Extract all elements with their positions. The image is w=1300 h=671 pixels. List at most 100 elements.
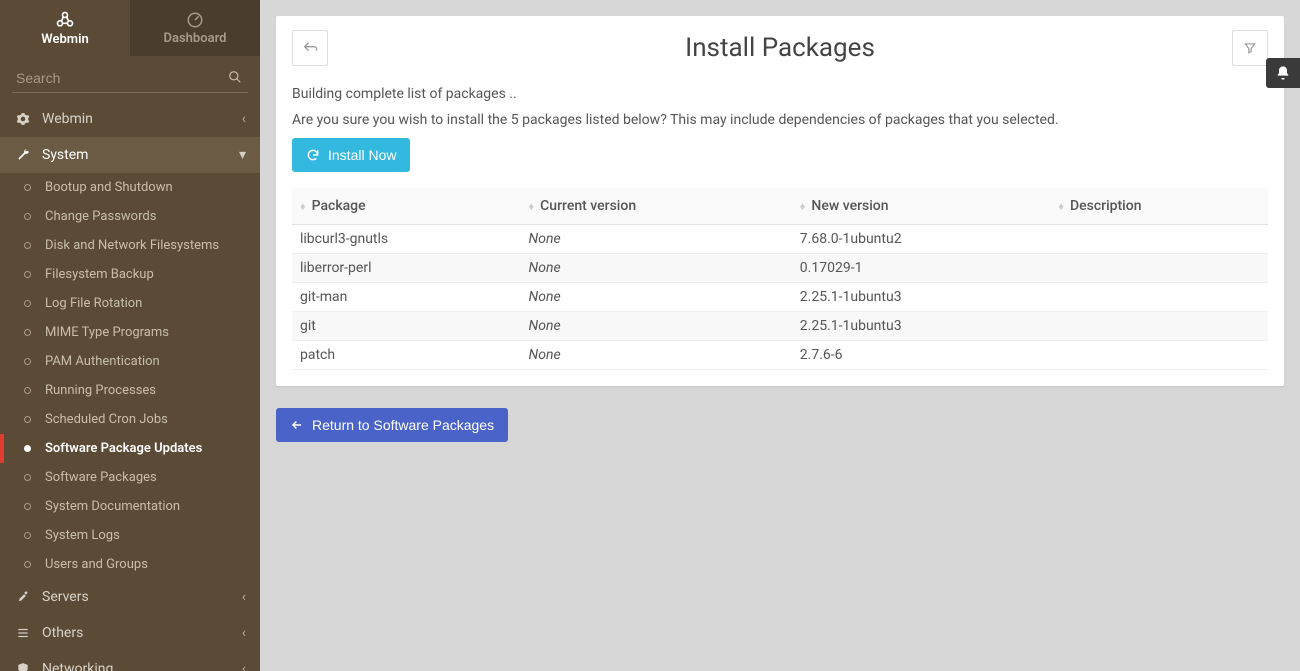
tab-webmin[interactable]: Webmin: [0, 0, 130, 56]
sidebar-subitem-label: PAM Authentication: [45, 354, 160, 369]
table-cell: None: [521, 341, 792, 370]
sidebar-subitem-label: Bootup and Shutdown: [45, 180, 173, 195]
page-title: Install Packages: [328, 33, 1232, 63]
search-input[interactable]: [12, 64, 248, 93]
search-icon[interactable]: [228, 70, 242, 88]
sidebar-subitem[interactable]: Change Passwords: [0, 202, 260, 231]
webmin-logo-icon: [55, 10, 75, 30]
filter-icon: [1243, 41, 1257, 55]
sidebar-item-label: Webmin: [42, 111, 242, 127]
table-cell: 2.25.1-1ubuntu3: [792, 283, 1051, 312]
sidebar-item-label: Others: [42, 625, 242, 641]
table-cell: git-man: [292, 283, 521, 312]
sidebar-subitem[interactable]: System Documentation: [0, 492, 260, 521]
table-cell: [1050, 312, 1268, 341]
table-cell: None: [521, 254, 792, 283]
sidebar-subitem-label: MIME Type Programs: [45, 325, 169, 340]
arrow-back-icon: [302, 40, 318, 56]
sidebar-item-webmin[interactable]: Webmin ‹: [0, 101, 260, 137]
sidebar-subitem[interactable]: Software Packages: [0, 463, 260, 492]
tab-webmin-label: Webmin: [41, 32, 88, 47]
filter-button[interactable]: [1232, 30, 1268, 66]
sidebar-item-networking[interactable]: Networking ‹: [0, 651, 260, 671]
chevron-left-icon: ‹: [242, 625, 246, 641]
packages-table: ♦Package ♦Current version ♦New version ♦…: [292, 188, 1268, 370]
sidebar-subitem-label: Software Package Updates: [45, 441, 202, 456]
table-row: git-manNone2.25.1-1ubuntu3: [292, 283, 1268, 312]
sidebar-subitem[interactable]: Scheduled Cron Jobs: [0, 405, 260, 434]
table-row: patchNone2.7.6-6: [292, 341, 1268, 370]
table-cell: libcurl3-gnutls: [292, 225, 521, 254]
dashboard-icon: [186, 11, 204, 29]
active-indicator: [0, 434, 4, 463]
sidebar-subitem[interactable]: System Logs: [0, 521, 260, 550]
main-content: Install Packages Building complete list …: [260, 0, 1300, 671]
building-message: Building complete list of packages ..: [292, 86, 1268, 102]
table-cell: liberror-perl: [292, 254, 521, 283]
install-now-button[interactable]: Install Now: [292, 138, 410, 172]
sidebar-subitem[interactable]: Disk and Network Filesystems: [0, 231, 260, 260]
return-row: Return to Software Packages: [276, 408, 1284, 442]
col-package[interactable]: ♦Package: [292, 188, 521, 225]
table-row: liberror-perlNone0.17029-1: [292, 254, 1268, 283]
sidebar-item-system[interactable]: System ▾: [0, 137, 260, 173]
sidebar-subitem[interactable]: Log File Rotation: [0, 289, 260, 318]
sidebar-subitem[interactable]: Filesystem Backup: [0, 260, 260, 289]
back-button[interactable]: [292, 30, 328, 66]
refresh-icon: [306, 148, 320, 162]
table-cell: None: [521, 312, 792, 341]
confirm-message: Are you sure you wish to install the 5 p…: [292, 112, 1268, 128]
sidebar-item-others[interactable]: Others ‹: [0, 615, 260, 651]
table-cell: [1050, 225, 1268, 254]
sidebar-subitem-label: Users and Groups: [45, 557, 148, 572]
sidebar-subitem-label: Scheduled Cron Jobs: [45, 412, 168, 427]
sidebar-subitem[interactable]: Running Processes: [0, 376, 260, 405]
install-now-label: Install Now: [328, 147, 396, 163]
sidebar-item-label: Networking: [42, 661, 242, 671]
sidebar-subitem-label: Running Processes: [45, 383, 156, 398]
table-cell: patch: [292, 341, 521, 370]
table-cell: 0.17029-1: [792, 254, 1051, 283]
col-current[interactable]: ♦Current version: [521, 188, 792, 225]
table-row: libcurl3-gnutlsNone7.68.0-1ubuntu2: [292, 225, 1268, 254]
rocket-icon: [14, 590, 32, 604]
list-icon: [14, 626, 32, 640]
tab-dashboard[interactable]: Dashboard: [130, 0, 260, 56]
table-cell: 2.7.6-6: [792, 341, 1051, 370]
table-cell: None: [521, 225, 792, 254]
sidebar-subitem-label: Log File Rotation: [45, 296, 142, 311]
table-cell: 2.25.1-1ubuntu3: [792, 312, 1051, 341]
sidebar-search: [0, 56, 260, 101]
system-submenu: Bootup and Shutdown Change PasswordsDisk …: [0, 173, 260, 579]
sidebar-subitem[interactable]: Users and Groups: [0, 550, 260, 579]
install-packages-panel: Install Packages Building complete list …: [276, 16, 1284, 386]
panel-body: Building complete list of packages .. Ar…: [276, 70, 1284, 370]
chevron-left-icon: ‹: [242, 661, 246, 671]
sort-icon: ♦: [529, 200, 535, 213]
col-desc[interactable]: ♦Description: [1050, 188, 1268, 225]
sort-icon: ♦: [1058, 200, 1064, 213]
sidebar-subitem[interactable]: PAM Authentication: [0, 347, 260, 376]
table-cell: 7.68.0-1ubuntu2: [792, 225, 1051, 254]
sidebar-item-label: System: [42, 147, 239, 163]
table-cell: git: [292, 312, 521, 341]
sidebar: Webmin Dashboard Webmin ‹ System ▾ Bootu…: [0, 0, 260, 671]
sidebar-item-servers[interactable]: Servers ‹: [0, 579, 260, 615]
return-label: Return to Software Packages: [312, 417, 494, 433]
table-cell: [1050, 283, 1268, 312]
gear-icon: [14, 112, 32, 126]
sidebar-subitem[interactable]: MIME Type Programs: [0, 318, 260, 347]
shield-icon: [14, 662, 32, 671]
col-new[interactable]: ♦New version: [792, 188, 1051, 225]
sidebar-item-label: Servers: [42, 589, 242, 605]
bell-icon: [1275, 65, 1291, 81]
panel-header: Install Packages: [276, 16, 1284, 70]
table-cell: None: [521, 283, 792, 312]
sidebar-subitem[interactable]: Software Package Updates: [0, 434, 260, 463]
chevron-down-icon: ▾: [239, 147, 246, 163]
return-button[interactable]: Return to Software Packages: [276, 408, 508, 442]
sidebar-subitem[interactable]: Bootup and Shutdown: [0, 173, 260, 202]
table-cell: [1050, 254, 1268, 283]
notifications-tab[interactable]: [1266, 58, 1300, 88]
sort-icon: ♦: [300, 200, 306, 213]
